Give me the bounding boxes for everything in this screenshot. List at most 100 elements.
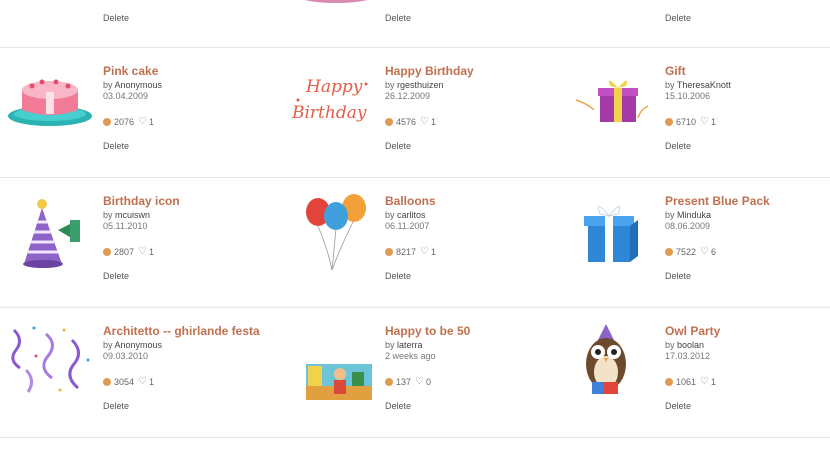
like-count: 1	[149, 376, 155, 387]
clipart-title-link[interactable]: Gift	[665, 64, 830, 79]
heart-icon[interactable]: ♡	[700, 116, 709, 127]
clipart-card: Owl Party by boolan 17.03.2012 1061 ♡ 1 …	[562, 308, 830, 437]
author-link[interactable]: laterra	[397, 340, 423, 350]
clipart-info: Happy to be 50 by laterra 2 weeks ago 13…	[385, 324, 553, 414]
clipart-card: Balloons by carlitos 06.11.2007 8217 ♡ 1…	[282, 178, 558, 307]
clipart-row: Architetto -- ghirlande festa by Anonymo…	[0, 308, 830, 438]
clipart-title-link[interactable]: Architetto -- ghirlande festa	[103, 324, 271, 339]
heart-icon[interactable]: ♡	[415, 376, 424, 387]
download-count: 7522	[676, 246, 697, 257]
heart-icon[interactable]: ♡	[138, 116, 147, 127]
happy-birthday-lettering-icon: Happy Birthday	[291, 77, 368, 123]
by-label: by	[385, 210, 395, 220]
upload-date: 17.03.2012	[665, 351, 711, 361]
clipart-title-link[interactable]: Birthday icon	[103, 194, 271, 209]
balloons-icon	[306, 194, 366, 271]
delete-link[interactable]: Delete	[385, 271, 411, 281]
download-icon	[665, 377, 673, 386]
clipart-stats: 137 ♡ 0	[385, 376, 553, 387]
author-line: by Anonymous	[103, 340, 271, 351]
clipart-info: Pink cake by Anonymous 03.04.2009 2076 ♡…	[103, 64, 271, 154]
upload-date: 08.06.2009	[665, 221, 711, 231]
by-label: by	[385, 80, 395, 90]
clipart-title-link[interactable]: Pink cake	[103, 64, 271, 79]
clipart-title-link[interactable]: Happy Birthday	[385, 64, 553, 79]
clipart-card: Gift by TheresaKnott 15.10.2006 6710 ♡ 1…	[562, 48, 830, 177]
clipart-title-link[interactable]: Balloons	[385, 194, 553, 209]
clipart-title-link[interactable]: Owl Party	[665, 324, 830, 339]
clipart-card: Architetto -- ghirlande festa by Anonymo…	[0, 308, 276, 437]
author-link[interactable]: TheresaKnott	[677, 80, 731, 90]
author-link[interactable]: mcuiswn	[115, 210, 150, 220]
delete-link[interactable]: Delete	[665, 141, 691, 151]
pink-cake-icon	[8, 79, 92, 126]
download-count: 8217	[396, 246, 417, 257]
clipart-info: Owl Party by boolan 17.03.2012 1061 ♡ 1 …	[665, 324, 830, 414]
clipart-title-link[interactable]: Present Blue Pack	[665, 194, 830, 209]
like-count: 0	[426, 376, 432, 387]
owl-party-icon	[586, 324, 626, 394]
heart-icon[interactable]: ♡	[700, 246, 709, 257]
download-icon	[103, 117, 111, 126]
download-icon	[665, 247, 673, 256]
delete-link[interactable]: Delete	[103, 401, 129, 411]
delete-link[interactable]: Delete	[103, 271, 129, 281]
upload-date: 03.04.2009	[103, 91, 149, 101]
delete-link[interactable]: Delete	[103, 13, 129, 23]
clipart-info: Architetto -- ghirlande festa by Anonymo…	[103, 324, 271, 414]
download-count: 2807	[114, 246, 135, 257]
author-link[interactable]: Minduka	[677, 210, 711, 220]
author-line: by laterra	[385, 340, 553, 351]
upload-date: 06.11.2007	[385, 221, 430, 231]
clipart-stats: 3054 ♡ 1	[103, 376, 271, 387]
download-count: 4576	[396, 116, 417, 127]
heart-icon[interactable]: ♡	[420, 246, 429, 257]
cake-icon	[304, 0, 368, 3]
download-count: 3054	[114, 376, 135, 387]
author-link[interactable]: boolan	[677, 340, 704, 350]
download-count: 137	[396, 376, 412, 387]
download-icon	[103, 247, 111, 256]
clipart-card: Happy to be 50 by laterra 2 weeks ago 13…	[282, 308, 558, 437]
like-count: 1	[711, 376, 717, 387]
clipart-card: Delete	[282, 0, 558, 47]
blue-present-icon	[584, 206, 638, 262]
gift-box-icon	[575, 80, 649, 122]
clipart-stats: 7522 ♡ 6	[665, 246, 830, 257]
delete-link[interactable]: Delete	[665, 271, 691, 281]
clipart-row: Birthday icon by mcuiswn 05.11.2010 2807…	[0, 178, 830, 308]
download-icon	[103, 377, 111, 386]
heart-icon[interactable]: ♡	[700, 376, 709, 387]
clipart-card: Pink cake by Anonymous 03.04.2009 2076 ♡…	[0, 48, 276, 177]
cake-icon	[568, 0, 660, 8]
streamers-icon	[11, 326, 90, 393]
clipart-stats: 6710 ♡ 1	[665, 116, 830, 127]
clipart-card: Delete	[562, 0, 830, 47]
author-link[interactable]: rgesthuizen	[397, 80, 444, 90]
heart-icon[interactable]: ♡	[138, 246, 147, 257]
like-count: 1	[149, 246, 155, 257]
download-icon	[665, 117, 673, 126]
heart-icon[interactable]: ♡	[138, 376, 147, 387]
download-count: 6710	[676, 116, 697, 127]
cake-icon	[6, 0, 98, 8]
heart-icon[interactable]: ♡	[420, 116, 429, 127]
clipart-row: Pink cake by Anonymous 03.04.2009 2076 ♡…	[0, 48, 830, 178]
delete-link[interactable]: Delete	[385, 13, 411, 23]
clipart-title-link[interactable]: Happy to be 50	[385, 324, 553, 339]
delete-link[interactable]: Delete	[385, 401, 411, 411]
by-label: by	[103, 340, 113, 350]
delete-link[interactable]: Delete	[665, 401, 691, 411]
author-line: by boolan	[665, 340, 830, 351]
clipart-stats: 2076 ♡ 1	[103, 116, 271, 127]
delete-link[interactable]: Delete	[385, 141, 411, 151]
author-link[interactable]: Anonymous	[115, 340, 163, 350]
by-label: by	[665, 340, 675, 350]
delete-link[interactable]: Delete	[103, 141, 129, 151]
author-link[interactable]: Anonymous	[115, 80, 163, 90]
clipart-card: Present Blue Pack by Minduka 08.06.2009 …	[562, 178, 830, 307]
author-line: by Minduka	[665, 210, 830, 221]
download-icon	[385, 247, 393, 256]
delete-link[interactable]: Delete	[665, 13, 691, 23]
author-link[interactable]: carlitos	[397, 210, 426, 220]
